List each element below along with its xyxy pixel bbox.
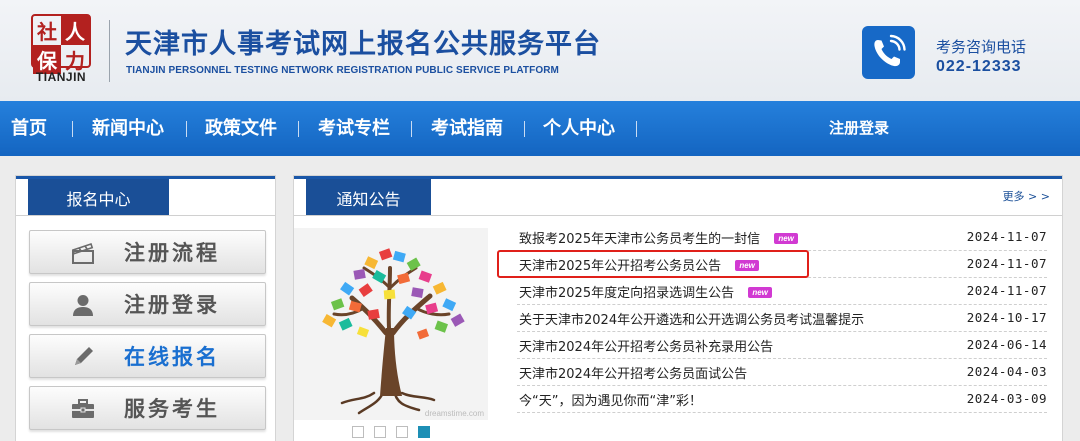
candidate-service-button[interactable]: 服务考生 — [29, 386, 266, 430]
notice-date: 2024-11-07 — [966, 256, 1047, 271]
nav-separator — [524, 121, 525, 137]
hotline-number: 022-12333 — [936, 58, 1022, 75]
notice-date: 2024-11-07 — [966, 283, 1047, 298]
online-registration-button[interactable]: 在线报名 — [29, 334, 266, 378]
panel-divider — [294, 215, 1062, 216]
hotline-label: 考务咨询电话 — [936, 38, 1027, 56]
nav-policy-documents[interactable]: 政策文件 — [205, 101, 277, 156]
notice-title[interactable]: 天津市2024年公开招考公务员面试公告 — [519, 363, 747, 382]
notice-date: 2024-10-17 — [966, 310, 1047, 325]
slider-dot-active[interactable] — [418, 426, 430, 438]
nav-separator — [636, 121, 637, 137]
notice-title[interactable]: 天津市2024年公开招考公务员补充录用公告 — [519, 336, 773, 355]
notice-row[interactable]: 关于天津市2024年公开遴选和公开选调公务员考试温馨提示 2024-10-17 — [517, 305, 1047, 332]
phone-icon — [862, 26, 915, 79]
user-icon — [70, 292, 96, 318]
nav-separator — [186, 121, 187, 137]
panel-tab-registration-center: 报名中心 — [28, 179, 169, 216]
logo-char: 人 — [61, 16, 89, 45]
notice-date: 2024-03-09 — [966, 391, 1047, 406]
register-login-button[interactable]: 注册登录 — [29, 282, 266, 326]
logo-emblem: 社 人 保 力 — [31, 14, 91, 74]
image-watermark: dreamstime.com — [424, 409, 484, 418]
nav-separator — [298, 121, 299, 137]
main-nav: 首页 新闻中心 政策文件 考试专栏 考试指南 个人中心 注册登录 — [0, 101, 1080, 156]
notice-row[interactable]: 天津市2024年公开招考公务员补充录用公告 2024-06-14 — [517, 332, 1047, 359]
panel-divider — [16, 215, 275, 216]
nav-register-login[interactable]: 注册登录 — [829, 101, 889, 156]
slider-dot[interactable] — [352, 426, 364, 438]
notice-title[interactable]: 天津市2025年度定向招录选调生公告 new — [519, 282, 773, 301]
nav-exam-column[interactable]: 考试专栏 — [318, 101, 390, 156]
nav-separator — [411, 121, 412, 137]
nav-home[interactable]: 首页 — [11, 101, 47, 156]
notice-date: 2024-11-07 — [966, 229, 1047, 244]
candidate-service-label: 服务考生 — [124, 397, 220, 421]
logo-wordmark: TIANJIN — [35, 70, 87, 84]
slider-dot[interactable] — [374, 426, 386, 438]
nav-separator — [72, 121, 73, 137]
new-badge: new — [748, 287, 773, 298]
logo-char: 社 — [37, 20, 57, 44]
new-badge: new — [774, 233, 799, 244]
book-tree-illustration[interactable]: dreamstime.com — [294, 228, 488, 420]
nav-news-center[interactable]: 新闻中心 — [92, 101, 164, 156]
notice-row[interactable]: 致报考2025年天津市公务员考生的一封信 new 2024-11-07 — [517, 224, 1047, 251]
notice-row[interactable]: 天津市2024年公开招考公务员面试公告 2024-04-03 — [517, 359, 1047, 386]
site-title: 天津市人事考试网上报名公共服务平台 — [125, 29, 601, 60]
site-logo[interactable]: 社 人 保 力 TIANJIN — [28, 12, 94, 88]
notice-title[interactable]: 关于天津市2024年公开遴选和公开选调公务员考试温馨提示 — [519, 309, 864, 328]
nav-personal-center[interactable]: 个人中心 — [543, 101, 615, 156]
registration-center-panel: 报名中心 注册流程 注册登录 在线报名 服务考生 — [15, 175, 276, 441]
highlight-box — [497, 250, 809, 278]
notice-row[interactable]: 今“天”，因为遇见你而“津”彩！ 2024-03-09 — [517, 386, 1047, 413]
notices-panel: 通知公告 更多 > > dreamstime.com 致报考2025年天津市公务… — [293, 175, 1063, 441]
notice-row[interactable]: 天津市2025年度定向招录选调生公告 new 2024-11-07 — [517, 278, 1047, 305]
registration-process-button[interactable]: 注册流程 — [29, 230, 266, 274]
notice-title[interactable]: 今“天”，因为遇见你而“津”彩！ — [519, 390, 702, 409]
slider-dot[interactable] — [396, 426, 408, 438]
notice-date: 2024-04-03 — [966, 364, 1047, 379]
notice-date: 2024-06-14 — [966, 337, 1047, 352]
site-header: 社 人 保 力 TIANJIN 天津市人事考试网上报名公共服务平台 TIANJI… — [0, 0, 1080, 101]
notice-title[interactable]: 致报考2025年天津市公务员考生的一封信 new — [519, 228, 799, 247]
registration-process-label: 注册流程 — [124, 241, 220, 265]
clapperboard-icon — [70, 240, 96, 266]
briefcase-icon — [70, 396, 96, 422]
pen-icon — [70, 344, 96, 370]
site-subtitle: TIANJIN PERSONNEL TESTING NETWORK REGIST… — [126, 65, 559, 76]
more-link[interactable]: 更多 > > — [1003, 188, 1050, 204]
nav-exam-guide[interactable]: 考试指南 — [431, 101, 503, 156]
register-login-label: 注册登录 — [124, 293, 220, 317]
header-divider — [109, 20, 110, 82]
online-registration-label: 在线报名 — [124, 345, 220, 369]
panel-tab-notices: 通知公告 — [306, 179, 431, 216]
